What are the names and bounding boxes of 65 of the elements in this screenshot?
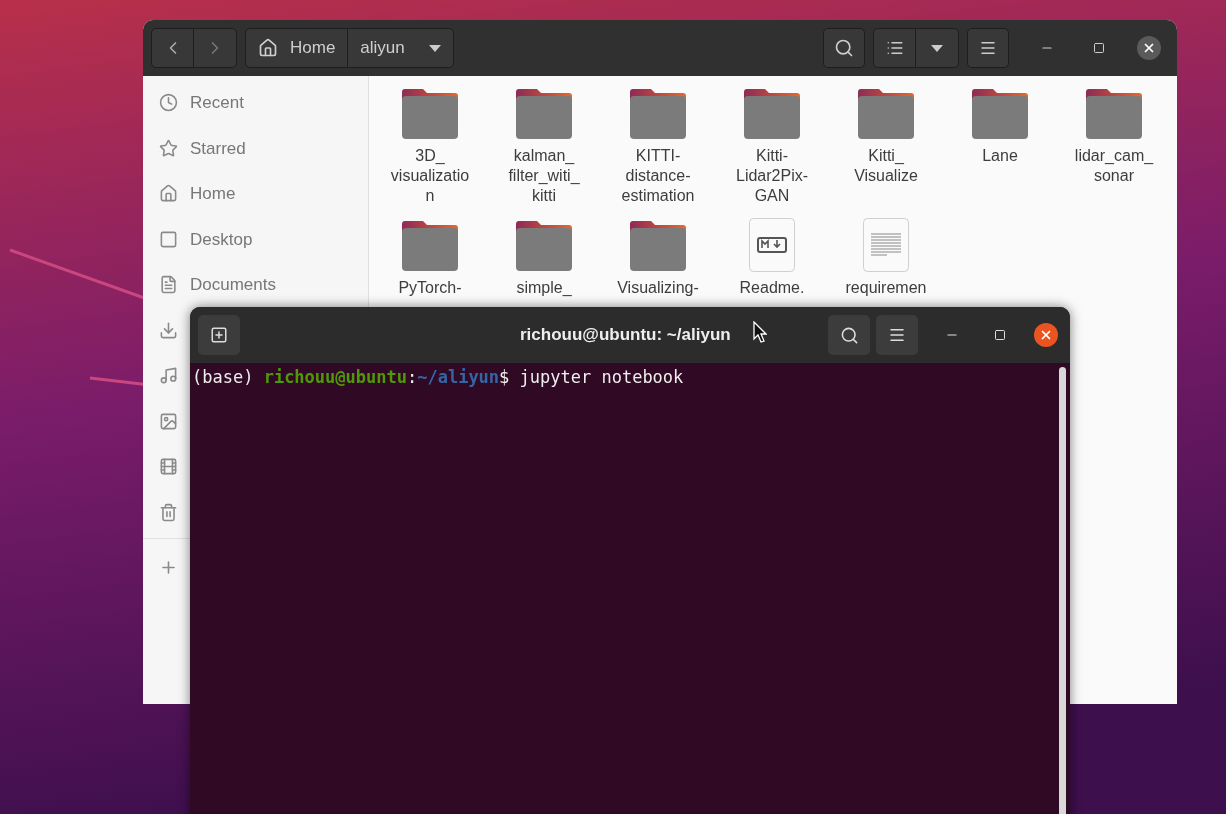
close-icon — [1039, 328, 1053, 342]
download-icon — [159, 320, 178, 340]
menu-icon — [979, 39, 997, 57]
star-icon — [159, 138, 178, 158]
folder-icon — [858, 87, 914, 139]
file-name[interactable]: Lane — [982, 146, 1018, 166]
search-icon — [839, 325, 859, 345]
sidebar-item[interactable]: Starred — [143, 125, 368, 171]
music-icon — [159, 366, 178, 386]
close-icon — [1142, 41, 1156, 55]
menu-button[interactable] — [876, 315, 918, 355]
close-button[interactable] — [1034, 323, 1058, 347]
desktop-icon — [159, 229, 178, 249]
file-name[interactable]: PyTorch- — [398, 278, 462, 298]
file-name[interactable]: Kitti- Lidar2Pix- GAN — [736, 146, 808, 206]
image-icon — [159, 411, 178, 431]
file-name[interactable]: simple_ — [516, 278, 572, 298]
folder-icon — [630, 87, 686, 139]
home-icon — [258, 38, 278, 58]
home-icon — [159, 184, 178, 204]
file-name[interactable]: 3D_ visualizatio n — [390, 146, 470, 206]
folder-icon — [744, 87, 800, 139]
path-button[interactable]: Home — [246, 29, 348, 67]
sidebar-item[interactable]: Recent — [143, 80, 368, 126]
file-name[interactable]: Kitti_ Visualize — [854, 146, 918, 186]
sidebar-item[interactable]: Home — [143, 171, 368, 217]
file-name[interactable]: KITTI- distance- estimation — [621, 146, 695, 206]
markdown-file-icon — [749, 218, 795, 272]
folder-icon — [516, 219, 572, 271]
search-icon — [834, 38, 854, 58]
file-name[interactable]: kalman_ filter_witi_ kitti — [508, 146, 580, 206]
search-button[interactable] — [828, 315, 870, 355]
search-button[interactable] — [823, 28, 865, 68]
file-name[interactable]: requiremen — [845, 278, 927, 298]
folder-icon — [1086, 87, 1142, 139]
sidebar-item[interactable]: Documents — [143, 262, 368, 308]
mouse-cursor-icon — [753, 321, 767, 343]
menu-button[interactable] — [967, 28, 1009, 68]
folder-icon — [630, 219, 686, 271]
window-title: richouu@ubuntu: ~/aliyun — [520, 324, 731, 347]
list-icon — [885, 39, 904, 57]
text-file-icon — [863, 218, 909, 272]
close-button[interactable] — [1137, 36, 1161, 60]
film-icon — [159, 457, 178, 477]
file-name[interactable]: Readme. — [739, 278, 805, 298]
folder-icon — [972, 87, 1028, 139]
menu-icon — [888, 326, 906, 344]
terminal-line: (base) richouu@ubuntu:~/aliyun$ jupyter notebook — [192, 366, 685, 389]
scrollbar[interactable] — [1059, 367, 1066, 814]
trash-icon — [159, 502, 178, 522]
new-tab-button[interactable] — [198, 315, 240, 355]
folder-icon — [402, 219, 458, 271]
folder-icon — [402, 87, 458, 139]
file-name[interactable]: lidar_cam_ sonar — [1074, 146, 1154, 186]
path-button[interactable]: aliyun — [347, 29, 453, 67]
document-icon — [159, 275, 178, 295]
clock-icon — [159, 93, 178, 113]
dropdown-caret-icon — [931, 44, 943, 52]
dropdown-caret-icon — [428, 44, 441, 52]
new-tab-icon — [210, 326, 228, 344]
folder-icon — [516, 87, 572, 139]
maximize-icon — [1093, 42, 1105, 54]
maximize-icon — [994, 329, 1006, 341]
sidebar-item[interactable]: Desktop — [143, 216, 368, 262]
file-name[interactable]: Visualizing- — [617, 278, 699, 298]
